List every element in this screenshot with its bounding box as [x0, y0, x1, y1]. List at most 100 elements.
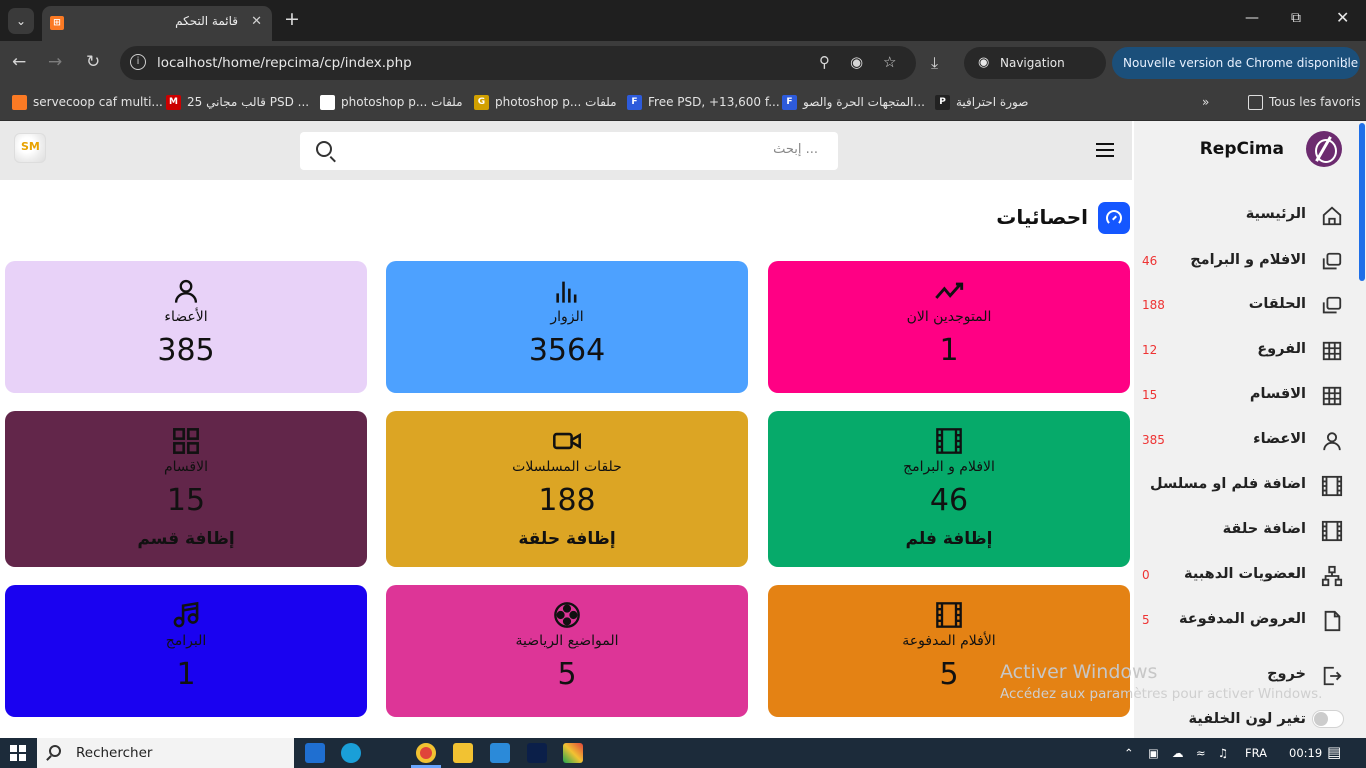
tab-close-icon[interactable]: ✕	[251, 14, 262, 29]
sidebar-item[interactable]: الرئيسية	[1134, 203, 1366, 229]
windows-start-icon[interactable]	[10, 745, 26, 761]
sidebar-item-label: العروض المدفوعة	[1179, 611, 1306, 627]
sidebar-item[interactable]: الفروع 12	[1134, 338, 1366, 364]
sidebar-item-label: الافلام و البرامج	[1190, 252, 1306, 268]
table-icon	[1321, 385, 1343, 407]
bookmark-item[interactable]: F المتجهات الحرة والصو...	[782, 93, 925, 111]
zoom-icon[interactable]: ⚲	[819, 53, 830, 71]
minimize-button[interactable]: —	[1245, 10, 1259, 26]
bookmark-item[interactable]: M 25 قالب مجاني PSD ...	[166, 93, 309, 111]
update-chrome-button[interactable]: Nouvelle version de Chrome disponible ⋮	[1112, 47, 1360, 79]
brand-logo-icon[interactable]	[1306, 131, 1342, 167]
sidebar-item-label: العضويات الدهبية	[1184, 566, 1306, 582]
reload-button[interactable]: ↻	[86, 52, 100, 72]
bookmark-item[interactable]: servecoop caf multi...	[12, 93, 163, 111]
tray-device-icon[interactable]: ▣	[1148, 746, 1159, 760]
menu-toggle-icon[interactable]	[1096, 143, 1114, 157]
restore-button[interactable]: ⧉	[1291, 10, 1301, 26]
bookmark-item[interactable]: F Free PSD, +13,600 f...	[627, 93, 780, 111]
back-button[interactable]: ←	[12, 52, 26, 72]
tab-title: قائمة التحكم	[175, 14, 238, 28]
search-input[interactable]: إبحث ...	[773, 142, 818, 157]
vscode-app-icon[interactable]	[490, 743, 510, 763]
stat-card[interactable]: المتوجدين الان 1	[768, 261, 1130, 393]
theme-toggle-label: تغير لون الخلفية	[1188, 711, 1306, 727]
edge-app-icon[interactable]	[341, 743, 361, 763]
file-explorer-app-icon[interactable]	[453, 743, 473, 763]
incognito-icon: ◉	[978, 55, 990, 70]
forward-button[interactable]: →	[48, 52, 62, 72]
stat-card[interactable]: الزوار 3564	[386, 261, 748, 393]
stat-card[interactable]: المواضيع الرياضية 5	[386, 585, 748, 717]
taskbar-search-label: Rechercher	[76, 745, 153, 761]
url-text[interactable]: localhost/home/repcima/cp/index.php	[157, 55, 412, 71]
home-icon	[1321, 205, 1343, 227]
bookmark-item[interactable]: P صورة احترافية	[935, 93, 1028, 111]
copy-icon	[1321, 251, 1343, 273]
stat-card[interactable]: البرامج 1	[5, 585, 367, 717]
stat-card-add-link[interactable]: إظافة فلم	[768, 529, 1130, 549]
close-window-button[interactable]: ✕	[1336, 8, 1349, 27]
chrome-app-icon[interactable]	[416, 743, 436, 763]
new-tab-button[interactable]: +	[284, 9, 300, 29]
site-info-icon[interactable]: i	[130, 54, 146, 70]
taskbar-search[interactable]: Rechercher	[37, 738, 294, 768]
sidebar-item[interactable]: العضويات الدهبية 0	[1134, 563, 1366, 589]
sidebar-item[interactable]: الاعضاء 385	[1134, 428, 1366, 454]
browser-tab-active[interactable]: ⊞ قائمة التحكم ✕	[42, 6, 272, 41]
eye-icon[interactable]: ◉	[850, 53, 863, 71]
paint-app-icon[interactable]	[563, 743, 583, 763]
tray-overflow-icon[interactable]: ⌃	[1124, 746, 1134, 760]
outlook-app-icon[interactable]	[305, 743, 325, 763]
volume-icon[interactable]: ♫	[1218, 746, 1228, 760]
file-icon	[1321, 610, 1343, 632]
update-label: Nouvelle version de Chrome disponible	[1123, 56, 1359, 70]
sidebar-item-count: 188	[1142, 298, 1165, 312]
stat-card-value: 15	[166, 483, 206, 518]
trend-icon	[768, 277, 1130, 305]
sidebar-item[interactable]: الحلقات 188	[1134, 293, 1366, 319]
clock[interactable]: 00:19	[1289, 746, 1322, 760]
stat-card-value: 1	[176, 657, 196, 692]
address-bar[interactable]: i localhost/home/repcima/cp/index.php ⚲ …	[120, 46, 916, 80]
site-logo-small[interactable]: SM	[14, 133, 46, 163]
sidebar-item[interactable]: الافلام و البرامج 46	[1134, 249, 1366, 275]
stat-card-label: الافلام و البرامج	[903, 459, 995, 475]
bookmark-favicon-icon	[320, 95, 335, 110]
stat-card-label: الأعضاء	[164, 309, 208, 325]
notifications-icon[interactable]: ▤	[1327, 743, 1341, 761]
stat-card-add-link[interactable]: إظافة قسم	[5, 529, 367, 549]
copy-icon	[1321, 295, 1343, 317]
search-box[interactable]: إبحث ...	[300, 132, 838, 170]
wifi-icon[interactable]: ≈	[1196, 746, 1206, 760]
bookmark-star-icon[interactable]: ☆	[883, 53, 896, 71]
photoshop-app-icon[interactable]	[527, 743, 547, 763]
sidebar-item[interactable]: اضافة حلقة	[1134, 518, 1366, 544]
sidebar-item[interactable]: الاقسام 15	[1134, 383, 1366, 409]
sidebar-item[interactable]: العروض المدفوعة 5	[1134, 608, 1366, 634]
stat-card[interactable]: الافلام و البرامج 46 إظافة فلم	[768, 411, 1130, 567]
download-icon[interactable]: ⤓	[931, 53, 938, 73]
stat-card[interactable]: حلقات المسلسلات 188 إظافة حلقة	[386, 411, 748, 567]
scrollbar-thumb[interactable]	[1359, 123, 1365, 281]
search-icon[interactable]	[316, 141, 332, 157]
stat-card[interactable]: الاقسام 15 إظافة قسم	[5, 411, 367, 567]
table-icon	[1321, 340, 1343, 362]
bookmark-item[interactable]: photoshop p... ملفات	[320, 93, 463, 111]
scrollbar[interactable]	[1358, 121, 1366, 738]
stat-card[interactable]: الأعضاء 385	[5, 261, 367, 393]
bookmark-item[interactable]: Gphotoshop p... ملفات	[474, 93, 617, 111]
theme-toggle-switch[interactable]	[1312, 710, 1344, 728]
language-indicator[interactable]: FRA	[1245, 746, 1267, 760]
private-browsing-badge[interactable]: ◉ Navigation privée	[964, 47, 1106, 102]
brand-name[interactable]: RepCima	[1200, 139, 1284, 159]
sidebar-item[interactable]: اضافة فلم او مسلسل	[1134, 473, 1366, 499]
tab-search-menu-button[interactable]: ⌄	[8, 8, 34, 34]
tray-cloud-icon[interactable]: ☁	[1172, 746, 1184, 760]
bookmark-favicon-icon: P	[935, 95, 950, 110]
bookmarks-overflow-icon[interactable]: »	[1202, 93, 1209, 111]
network-icon	[1321, 565, 1343, 587]
stat-card-add-link[interactable]: إظافة حلقة	[386, 529, 748, 549]
all-favorites-folder[interactable]: Tous les favoris	[1248, 93, 1361, 111]
more-menu-icon[interactable]: ⋮	[1340, 47, 1352, 79]
